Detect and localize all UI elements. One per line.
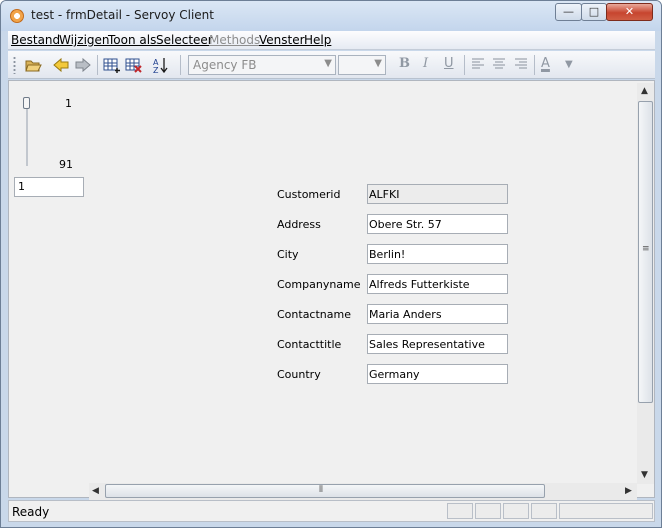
size-combo[interactable]: ▼	[338, 55, 386, 75]
menu-bar: Bestand Wijzigen Toon als Selecteer Meth…	[8, 31, 655, 50]
grip-icon: ≡	[642, 244, 650, 254]
status-cell	[531, 503, 557, 519]
scroll-down-icon[interactable]: ▼	[641, 470, 648, 480]
new-record-icon[interactable]	[103, 56, 121, 74]
status-text: Ready	[12, 505, 50, 519]
toolbar-separator	[180, 55, 181, 75]
city-field[interactable]: Berlin!	[367, 244, 508, 264]
align-center-icon[interactable]	[490, 56, 508, 74]
city-label: City	[277, 248, 299, 261]
delete-record-icon[interactable]	[125, 56, 143, 74]
menu-help[interactable]: Help	[304, 33, 331, 47]
country-label: Country	[277, 368, 321, 381]
toolbar-grip[interactable]	[13, 56, 16, 74]
contacttitle-field[interactable]: Sales Representative	[367, 334, 508, 354]
menu-wijzigen[interactable]: Wijzigen	[59, 33, 110, 47]
companyname-label: Companyname	[277, 278, 361, 291]
customerid-field[interactable]: ALFKI	[367, 184, 508, 204]
scroll-right-icon[interactable]: ▶	[625, 486, 632, 496]
status-cell	[503, 503, 529, 519]
open-folder-icon[interactable]	[24, 56, 42, 74]
address-label: Address	[277, 218, 321, 231]
title-bar: test - frmDetail - Servoy Client — □ ✕	[1, 1, 661, 31]
record-slider-track[interactable]	[26, 100, 28, 166]
close-button[interactable]: ✕	[606, 3, 653, 21]
companyname-field[interactable]: Alfreds Futterkiste	[367, 274, 508, 294]
maximize-button[interactable]: □	[581, 3, 607, 21]
grip-icon: ⦀	[319, 485, 323, 495]
contacttitle-label: Contacttitle	[277, 338, 342, 351]
status-bar: Ready	[8, 500, 655, 522]
chevron-down-icon: ▼	[374, 58, 382, 69]
app-window: test - frmDetail - Servoy Client — □ ✕ B…	[0, 0, 662, 528]
svg-text:Z: Z	[153, 66, 159, 74]
horizontal-scrollbar[interactable]: ◀ ⦀ ▶	[89, 483, 637, 500]
status-cell	[475, 503, 501, 519]
menu-selecteer[interactable]: Selecteer	[156, 33, 213, 47]
vertical-scrollbar[interactable]: ▲ ≡ ▼	[637, 83, 654, 484]
italic-button[interactable]: I	[423, 56, 428, 71]
slider-min-label: 91	[59, 158, 73, 171]
status-cell	[447, 503, 473, 519]
sort-icon[interactable]: AZ	[152, 56, 170, 75]
align-right-icon[interactable]	[512, 56, 530, 74]
chevron-down-icon: ▼	[324, 58, 332, 69]
record-slider-thumb[interactable]	[23, 97, 30, 109]
horizontal-scroll-thumb[interactable]: ⦀	[105, 484, 545, 498]
slider-max-label: 1	[65, 97, 72, 110]
forward-arrow-icon[interactable]	[74, 56, 92, 74]
menu-methods[interactable]: Methods	[209, 33, 260, 47]
font-combo[interactable]: Agency FB ▼	[188, 55, 336, 75]
underline-button[interactable]: U	[444, 56, 454, 71]
chevron-down-icon[interactable]: ▼	[565, 59, 573, 70]
customerid-label: Customerid	[277, 188, 341, 201]
toolbar-separator	[534, 55, 535, 75]
toolbar: AZ Agency FB ▼ ▼ B I U A ▼	[8, 51, 655, 79]
servoy-app-icon	[10, 9, 24, 23]
toolbar-separator	[464, 55, 465, 75]
menu-toon-als[interactable]: Toon als	[108, 33, 156, 47]
menu-venster[interactable]: Venster	[259, 33, 305, 47]
align-left-icon[interactable]	[469, 56, 487, 74]
contactname-label: Contactname	[277, 308, 351, 321]
form-area: 1 91 1 Customerid ALFKI Address Obere St…	[8, 80, 655, 500]
scroll-up-icon[interactable]: ▲	[641, 86, 648, 96]
window-title: test - frmDetail - Servoy Client	[31, 8, 214, 22]
country-field[interactable]: Germany	[367, 364, 508, 384]
address-field[interactable]: Obere Str. 57	[367, 214, 508, 234]
scroll-left-icon[interactable]: ◀	[92, 486, 99, 496]
vertical-scroll-thumb[interactable]: ≡	[638, 101, 653, 403]
minimize-button[interactable]: —	[555, 3, 582, 21]
back-arrow-icon[interactable]	[52, 56, 70, 74]
progress-bar	[559, 503, 653, 519]
font-combo-value: Agency FB	[193, 58, 257, 72]
menu-bestand[interactable]: Bestand	[11, 33, 60, 47]
text-color-button[interactable]: A	[541, 56, 550, 71]
contactname-field[interactable]: Maria Anders	[367, 304, 508, 324]
record-index-input[interactable]: 1	[14, 177, 84, 197]
bold-button[interactable]: B	[399, 56, 410, 71]
toolbar-separator	[97, 55, 98, 75]
